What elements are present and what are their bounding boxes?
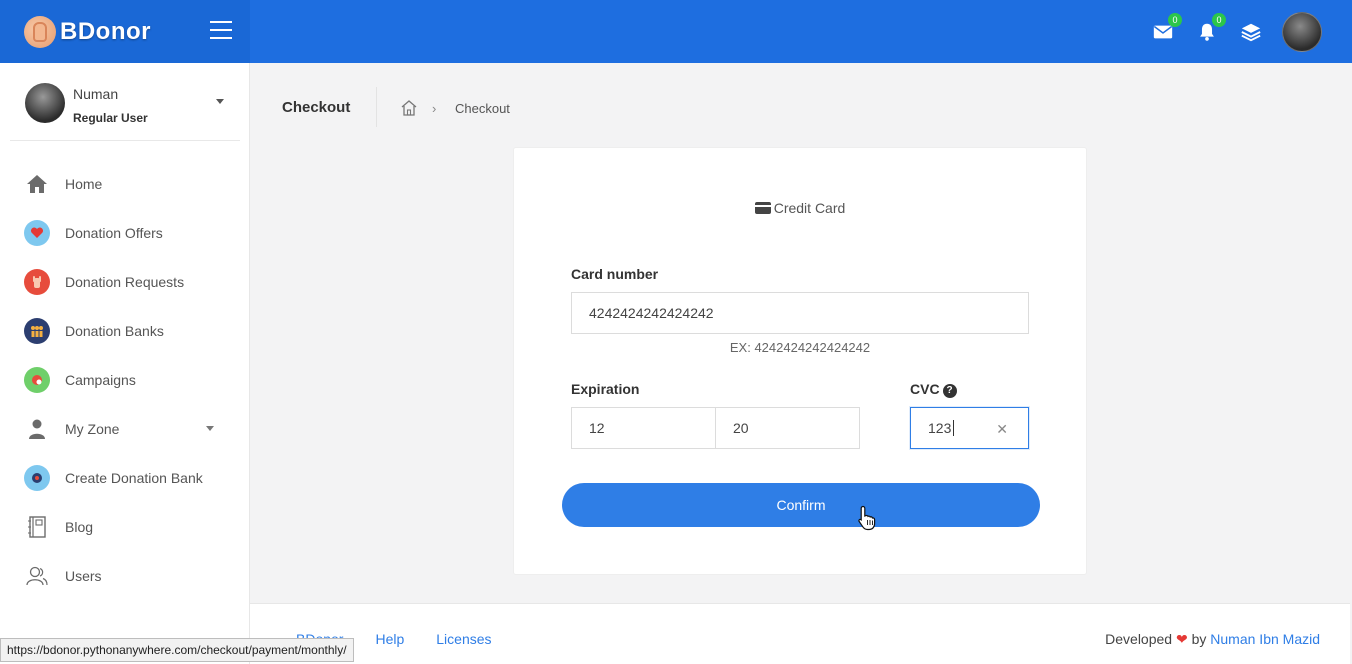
notification-button[interactable]: 0 [1194,13,1226,45]
logo[interactable]: BDonor [24,16,151,48]
sidebar-item-donation-banks[interactable]: Donation Banks [0,306,249,355]
sidebar-item-label: Donation Banks [65,322,164,339]
people-group-icon [24,317,50,344]
expiration-year-input[interactable]: 20 [715,407,860,449]
chevron-down-icon [206,426,214,431]
raised-hand-icon [24,268,50,295]
status-bar-url: https://bdonor.pythonanywhere.com/checko… [0,638,354,662]
expiration-month-value: 12 [589,420,605,436]
payment-card: Credit Card Card number 4242424242424242… [513,147,1087,575]
footer-link-help[interactable]: Help [375,631,404,647]
bank-globe-icon [24,464,50,491]
user-role: Regular User [73,111,148,125]
sidebar-item-donation-requests[interactable]: Donation Requests [0,257,249,306]
page-header: Checkout › Checkout [250,63,1350,153]
payment-heading: Credit Card [514,200,1086,216]
sidebar-item-users[interactable]: Users [0,551,249,600]
confirm-button[interactable]: Confirm [562,483,1040,527]
menu-toggle-button[interactable] [210,21,232,39]
card-number-input[interactable]: 4242424242424242 [571,292,1029,334]
mail-badge: 0 [1168,13,1182,27]
expiration-year-value: 20 [733,420,749,436]
author-link[interactable]: Numan Ibn Mazid [1210,631,1320,647]
sidebar-item-label: Home [65,175,103,192]
layers-icon [1241,23,1261,42]
text-caret [953,420,955,436]
breadcrumb-home-icon[interactable] [400,99,418,117]
footer: BDonor Help Licenses Developed ❤ by Numa… [250,603,1350,664]
campaign-icon [24,366,50,393]
card-number-label: Card number [571,266,659,282]
user-icon [24,416,50,442]
header-avatar[interactable] [1282,12,1322,52]
chevron-right-icon: › [432,101,437,116]
sidebar-item-label: Create Donation Bank [65,469,203,486]
credit-by: by [1191,631,1207,647]
sidebar-item-my-zone[interactable]: My Zone [0,404,249,453]
brand-name: BDonor [60,18,151,45]
avatar [25,83,65,123]
sidebar-item-label: Donation Offers [65,224,163,241]
credit-card-icon [754,202,771,214]
sidebar-item-blog[interactable]: Blog [0,502,249,551]
payment-heading-label: Credit Card [773,200,846,216]
heart-icon: ❤ [1175,631,1188,647]
divider [376,87,377,127]
credit-prefix: Developed [1105,631,1173,647]
home-icon [24,171,50,197]
footer-credit: Developed ❤ by Numan Ibn Mazid [1105,631,1320,648]
users-icon [24,563,50,589]
cvc-label: CVC [910,381,940,397]
cvc-label-group: CVC? [910,381,957,398]
sidebar-item-label: My Zone [65,420,120,437]
sidebar-item-home[interactable]: Home [0,159,249,208]
sidebar-menu: Home Donation Offers Donation Requests D… [0,159,249,600]
sidebar-item-create-donation-bank[interactable]: Create Donation Bank [0,453,249,502]
sidebar: Numan Regular User Home Donation Offers … [0,63,250,664]
sidebar-item-campaigns[interactable]: Campaigns [0,355,249,404]
sidebar-item-label: Donation Requests [65,273,185,290]
expiration-label: Expiration [571,381,640,397]
sidebar-item-label: Blog [65,518,94,535]
top-header: BDonor 0 0 [0,0,1352,63]
sidebar-item-donation-offers[interactable]: Donation Offers [0,208,249,257]
notebook-icon [24,514,50,540]
layers-button[interactable] [1238,19,1264,45]
sidebar-item-label: Users [65,567,102,584]
help-icon[interactable]: ? [942,384,957,398]
clear-icon[interactable]: ✕ [996,421,1008,438]
header-actions: 0 0 [1150,12,1322,52]
breadcrumb-current: Checkout [455,101,510,116]
sidebar-item-label: Campaigns [65,371,136,388]
chevron-down-icon[interactable] [216,99,224,104]
card-number-hint: EX: 4242424242424242 [729,340,871,355]
footer-link-licenses[interactable]: Licenses [436,631,491,647]
heart-hand-icon [24,219,50,246]
notification-badge: 0 [1212,13,1226,27]
cvc-input[interactable]: 123 ✕ [910,407,1029,449]
brand-area: BDonor [0,0,250,63]
hand-cursor-icon [858,505,876,531]
page-title: Checkout [282,99,351,116]
mail-button[interactable]: 0 [1150,13,1182,45]
expiration-month-input[interactable]: 12 [571,407,716,449]
logo-icon [24,16,56,48]
card-number-value: 4242424242424242 [589,305,714,321]
user-panel[interactable]: Numan Regular User [10,77,240,141]
user-name: Numan [73,86,119,102]
cvc-value: 123 [928,420,952,436]
